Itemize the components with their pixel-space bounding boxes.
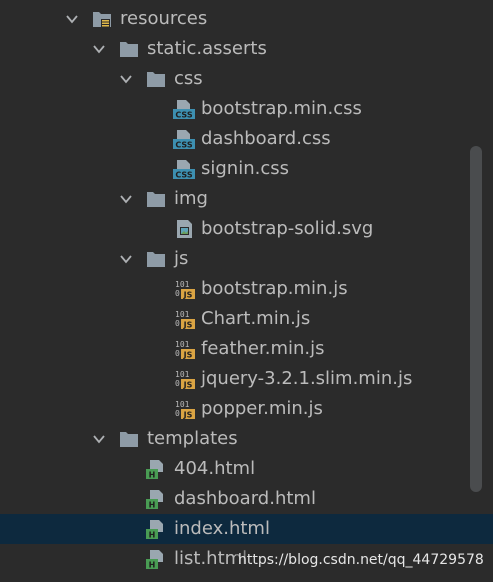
tree-label: resources: [120, 8, 208, 29]
svg-text:JS: JS: [183, 381, 193, 390]
tree-row-dashboard-html[interactable]: H dashboard.html: [0, 484, 493, 514]
tree-label: dashboard.html: [174, 488, 316, 509]
svg-text:H: H: [149, 561, 156, 570]
tree-row-templates[interactable]: templates: [0, 424, 493, 454]
css-file-icon: CSS: [173, 99, 195, 120]
svg-text:101: 101: [175, 280, 190, 289]
tree-row-jquery-slim-min-js[interactable]: 101 0 JS jquery-3.2.1.slim.min.js: [0, 364, 493, 394]
tree-row-bootstrap-min-css[interactable]: CSS bootstrap.min.css: [0, 94, 493, 124]
css-file-icon: CSS: [173, 129, 195, 150]
svg-text:CSS: CSS: [175, 171, 192, 180]
js-file-icon: 101 0 JS: [173, 279, 195, 300]
chevron-down-icon[interactable]: [92, 432, 106, 446]
tree-row-img[interactable]: img: [0, 184, 493, 214]
svg-text:101: 101: [175, 370, 190, 379]
tree-label: dashboard.css: [201, 128, 331, 149]
svg-text:H: H: [149, 531, 156, 540]
tree-label: js: [174, 248, 189, 269]
tree-row-resources[interactable]: resources: [0, 4, 493, 34]
vertical-scrollbar[interactable]: [470, 146, 482, 492]
tree-label: bootstrap.min.js: [201, 278, 348, 299]
tree-row-dashboard-css[interactable]: CSS dashboard.css: [0, 124, 493, 154]
tree-label: jquery-3.2.1.slim.min.js: [201, 368, 413, 389]
image-file-icon: [175, 219, 195, 239]
tree-label: templates: [147, 428, 238, 449]
html-file-icon: H: [146, 459, 166, 480]
tree-row-chart-min-js[interactable]: 101 0 JS Chart.min.js: [0, 304, 493, 334]
tree-row-bootstrap-min-js[interactable]: 101 0 JS bootstrap.min.js: [0, 274, 493, 304]
chevron-down-icon[interactable]: [92, 42, 106, 56]
resources-folder-icon: [92, 9, 112, 29]
js-file-icon: 101 0 JS: [173, 339, 195, 360]
tree-row-index-html[interactable]: H index.html: [0, 514, 493, 544]
tree-label: index.html: [174, 518, 270, 539]
tree-label: img: [174, 188, 208, 209]
tree-row-signin-css[interactable]: CSS signin.css: [0, 154, 493, 184]
svg-text:0: 0: [175, 319, 180, 328]
folder-icon: [146, 189, 166, 209]
chevron-down-icon[interactable]: [119, 252, 133, 266]
svg-text:JS: JS: [183, 411, 193, 420]
chevron-down-icon[interactable]: [119, 72, 133, 86]
svg-text:H: H: [149, 501, 156, 510]
tree-label: css: [174, 68, 203, 89]
tree-label: feather.min.js: [201, 338, 325, 359]
tree-label: static.asserts: [147, 38, 267, 59]
svg-text:CSS: CSS: [175, 141, 192, 150]
tree-row-404-html[interactable]: H 404.html: [0, 454, 493, 484]
svg-text:101: 101: [175, 310, 190, 319]
folder-icon: [146, 69, 166, 89]
tree-label: 404.html: [174, 458, 256, 479]
css-file-icon: CSS: [173, 159, 195, 180]
tree-row-static-asserts[interactable]: static.asserts: [0, 34, 493, 64]
svg-text:JS: JS: [183, 321, 193, 330]
watermark-text: https://blog.csdn.net/qq_44729578: [238, 552, 484, 568]
project-tree: resources static.asserts css CSS bootstr…: [0, 4, 493, 574]
tree-row-js[interactable]: js: [0, 244, 493, 274]
tree-row-bootstrap-solid-svg[interactable]: bootstrap-solid.svg: [0, 214, 493, 244]
tree-label: popper.min.js: [201, 398, 323, 419]
svg-text:CSS: CSS: [175, 111, 192, 120]
folder-icon: [119, 429, 139, 449]
tree-row-feather-min-js[interactable]: 101 0 JS feather.min.js: [0, 334, 493, 364]
svg-text:101: 101: [175, 400, 190, 409]
js-file-icon: 101 0 JS: [173, 399, 195, 420]
svg-text:JS: JS: [183, 291, 193, 300]
js-file-icon: 101 0 JS: [173, 309, 195, 330]
svg-text:0: 0: [175, 289, 180, 298]
tree-label: bootstrap.min.css: [201, 98, 362, 119]
svg-text:JS: JS: [183, 351, 193, 360]
svg-text:H: H: [149, 471, 156, 480]
tree-label: Chart.min.js: [201, 308, 311, 329]
js-file-icon: 101 0 JS: [173, 369, 195, 390]
svg-text:101: 101: [175, 340, 190, 349]
html-file-icon: H: [146, 489, 166, 510]
chevron-down-icon[interactable]: [65, 12, 79, 26]
tree-label: bootstrap-solid.svg: [201, 218, 374, 239]
tree-row-css[interactable]: css: [0, 64, 493, 94]
html-file-icon: H: [146, 519, 166, 540]
tree-row-popper-min-js[interactable]: 101 0 JS popper.min.js: [0, 394, 493, 424]
tree-label: signin.css: [201, 158, 289, 179]
folder-icon: [119, 39, 139, 59]
html-file-icon: H: [146, 549, 166, 570]
svg-text:0: 0: [175, 409, 180, 418]
svg-text:0: 0: [175, 379, 180, 388]
folder-icon: [146, 249, 166, 269]
chevron-down-icon[interactable]: [119, 192, 133, 206]
svg-text:0: 0: [175, 349, 180, 358]
